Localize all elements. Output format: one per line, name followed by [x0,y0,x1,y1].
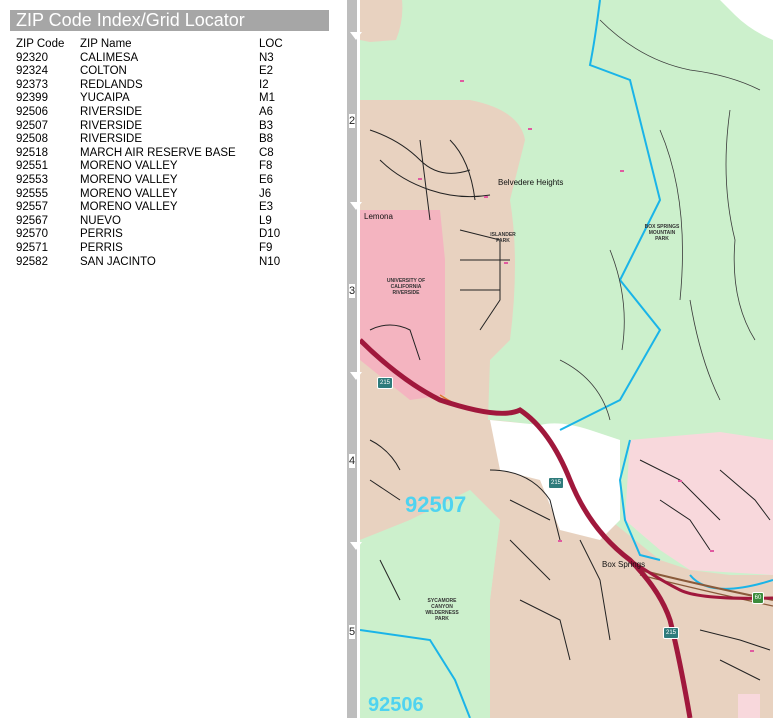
zip-code-cell: 92570 [16,228,48,241]
zip-code-cell: 92553 [16,173,48,186]
zip-code-cell: 92324 [16,65,48,78]
table-row: 92567 NUEVO L9 [16,215,326,229]
loc-cell: M1 [259,92,275,105]
park-label-islander: ISLANDER PARK [490,232,516,244]
urban-area-top [360,0,403,42]
zip-code-cell: 92518 [16,146,48,159]
loc-cell: B3 [259,119,274,132]
zip-code-cell: 92373 [16,78,48,91]
grid-cell-4: 4 [344,372,362,546]
place-label-box-springs: Box Springs [602,560,646,569]
loc-cell: J6 [259,187,272,200]
table-row: 92507 RIVERSIDE B3 [16,120,326,134]
grid-cell-2: 2 [344,32,362,206]
table-row: 92582 SAN JACINTO N10 [16,256,326,270]
zip-name-cell: MORENO VALLEY [80,187,178,200]
park-label-box-springs: BOX SPRINGS MOUNTAIN PARK [644,224,680,242]
table-row: 92571 PERRIS F9 [16,242,326,256]
zip-name-cell: MORENO VALLEY [80,201,178,214]
zip-name-cell: MORENO VALLEY [80,160,178,173]
loc-cell: A6 [259,105,274,118]
grid-cell-3: 3 [344,202,362,376]
zip-label-92507: 92507 [405,492,467,517]
zip-name-cell: YUCAIPA [80,92,130,105]
zip-index-panel: ZIP Code Index/Grid Locator ZIP Code ZIP… [0,0,340,718]
loc-cell: C8 [259,146,274,159]
loc-cell: E6 [259,173,274,186]
loc-cell: B8 [259,133,274,146]
zip-name-cell: MARCH AIR RESERVE BASE [80,146,236,159]
zip-code-cell: 92507 [16,119,48,132]
header-zip-code: ZIP Code [16,38,65,50]
table-row: 92555 MORENO VALLEY J6 [16,188,326,202]
table-row: 92324 COLTON E2 [16,65,326,79]
loc-cell: D10 [259,228,281,241]
loc-cell: F8 [259,160,273,173]
place-label-belvedere: Belvedere Heights [498,178,564,187]
table-row: 92320 CALIMESA N3 [16,52,326,66]
zip-name-cell: NUEVO [80,214,121,227]
loc-cell: E2 [259,65,274,78]
grid-row-label: 3 [348,284,356,298]
zip-name-cell: SAN JACINTO [80,255,156,268]
place-label-lemona: Lemona [364,212,393,221]
zip-code-cell: 92399 [16,92,48,105]
index-title: ZIP Code Index/Grid Locator [10,10,329,31]
map-area[interactable]: Belvedere Heights Lemona Box Springs BOX… [360,0,773,718]
table-row: 92557 MORENO VALLEY E3 [16,201,326,215]
zip-name-cell: REDLANDS [80,78,143,91]
zip-name-cell: PERRIS [80,228,123,241]
zip-code-cell: 92555 [16,187,48,200]
zip-name-cell: RIVERSIDE [80,133,142,146]
header-zip-name: ZIP Name [80,38,132,50]
loc-cell: L9 [259,214,272,227]
zip-code-cell: 92506 [16,105,48,118]
zip-code-cell: 92508 [16,133,48,146]
state-route-60-shield-icon: 60 [752,592,764,604]
zip-code-cell: 92567 [16,214,48,227]
park-label-university: UNIVERSITY OF CALIFORNIA RIVERSIDE [386,278,426,296]
zip-code-cell: 92557 [16,201,48,214]
loc-cell: E3 [259,201,274,214]
zip-name-cell: CALIMESA [80,51,139,64]
header-loc: LOC [259,38,283,50]
table-row: 92506 RIVERSIDE A6 [16,106,326,120]
table-row: 92373 REDLANDS I2 [16,79,326,93]
interstate-215-shield-icon: 215 [663,627,679,639]
zip-index-table: ZIP Code ZIP Name LOC 92320 CALIMESA N3 92… [16,38,326,269]
loc-cell: N10 [259,255,281,268]
zip-name-cell: RIVERSIDE [80,119,142,132]
grid-cell-5: 5 [344,542,362,718]
grid-row-label: 4 [348,454,356,468]
park-label-sycamore: SYCAMORE CANYON WILDERNESS PARK [425,598,459,622]
table-header-row: ZIP Code ZIP Name LOC [16,38,326,52]
table-row: 92570 PERRIS D10 [16,228,326,242]
zip-code-cell: 92571 [16,241,48,254]
zip-name-cell: RIVERSIDE [80,105,142,118]
interstate-215-shield-icon: 215 [548,477,564,489]
grid-row-label: 5 [348,625,356,639]
grid-cell-top [344,0,360,36]
grid-row-label: 2 [348,114,356,128]
zip-name-cell: MORENO VALLEY [80,173,178,186]
loc-cell: F9 [259,241,273,254]
zip-name-cell: COLTON [80,65,127,78]
loc-cell: N3 [259,51,274,64]
zip-code-cell: 92320 [16,51,48,64]
table-row: 92551 MORENO VALLEY F8 [16,160,326,174]
residential-patch [738,694,760,718]
table-row: 92553 MORENO VALLEY E6 [16,174,326,188]
zip-code-cell: 92551 [16,160,48,173]
loc-cell: I2 [259,78,269,91]
table-row: 92518 MARCH AIR RESERVE BASE C8 [16,147,326,161]
table-row: 92399 YUCAIPA M1 [16,92,326,106]
zip-label-92506: 92506 [368,694,424,716]
table-row: 92508 RIVERSIDE B8 [16,133,326,147]
zip-code-cell: 92582 [16,255,48,268]
zip-name-cell: PERRIS [80,241,123,254]
interstate-215-shield-icon: 215 [377,377,393,389]
grid-row-bar: 2 3 4 5 [344,0,362,718]
